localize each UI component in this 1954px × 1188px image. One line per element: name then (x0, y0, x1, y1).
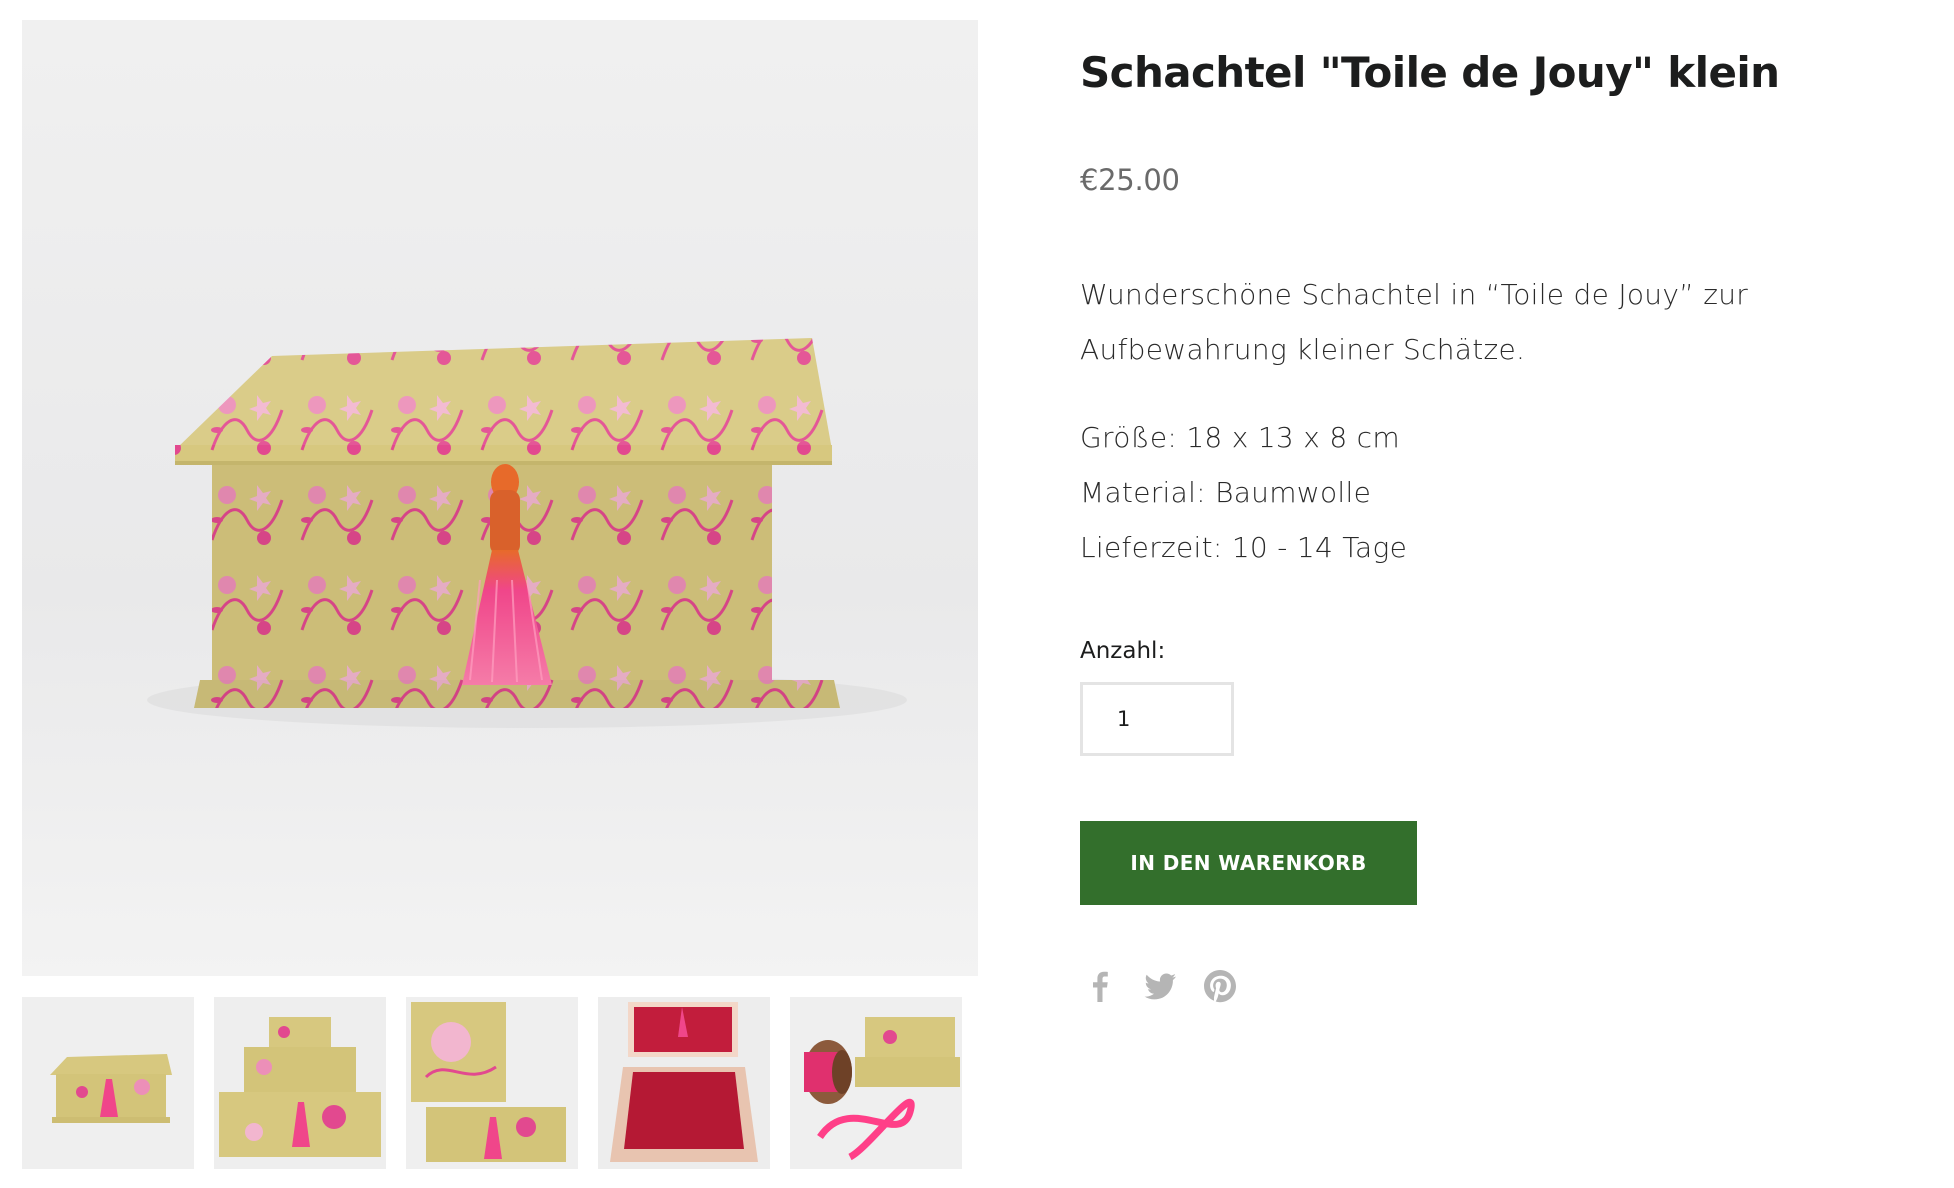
product-specs: Größe: 18 x 13 x 8 cm Material: Baumwoll… (1080, 410, 1840, 575)
spec-material: Material: Baumwolle (1080, 476, 1372, 509)
spec-size: Größe: 18 x 13 x 8 cm (1080, 421, 1400, 454)
spec-delivery-time: Lieferzeit: 10 - 14 Tage (1080, 531, 1408, 564)
pinterest-icon[interactable] (1200, 966, 1240, 1006)
description-intro: Wunderschöne Schachtel in “Toile de Jouy… (1080, 278, 1749, 366)
thumbnail-3[interactable] (406, 997, 578, 1169)
thumbnail-image (790, 997, 962, 1169)
thumbnail-4[interactable] (598, 997, 770, 1169)
product-main-image[interactable] (22, 20, 978, 976)
add-to-cart-button[interactable]: IN DEN WARENKORB (1080, 821, 1417, 905)
toile-box-photo (22, 20, 978, 976)
thumbnail-5[interactable] (790, 997, 962, 1169)
thumbnail-image (598, 997, 770, 1169)
product-title: Schachtel "Toile de Jouy" klein (1080, 48, 1780, 97)
facebook-icon[interactable] (1080, 966, 1120, 1006)
product-info: Schachtel "Toile de Jouy" klein €25.00 W… (1080, 0, 1900, 1188)
thumbnail-image (22, 997, 194, 1169)
product-description: Wunderschöne Schachtel in “Toile de Jouy… (1080, 267, 1840, 575)
twitter-icon[interactable] (1140, 966, 1180, 1006)
thumbnail-1[interactable] (22, 997, 194, 1169)
product-price: €25.00 (1080, 163, 1180, 197)
thumbnail-strip (22, 997, 978, 1169)
quantity-input[interactable] (1080, 682, 1234, 756)
thumbnail-2[interactable] (214, 997, 386, 1169)
thumbnail-image (406, 997, 578, 1169)
thumbnail-image (214, 997, 386, 1169)
quantity-label: Anzahl: (1080, 638, 1166, 664)
